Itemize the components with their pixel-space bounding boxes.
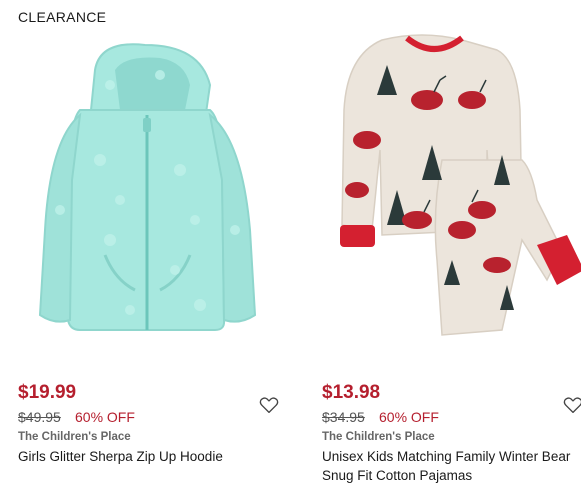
product-title[interactable]: Unisex Kids Matching Family Winter Bear …: [322, 447, 572, 485]
product-brand: The Children's Place: [322, 431, 435, 443]
product-title[interactable]: Girls Glitter Sherpa Zip Up Hoodie: [18, 447, 268, 466]
sale-price: $13.98: [322, 382, 381, 403]
heart-outline-icon[interactable]: [259, 396, 279, 414]
product-card[interactable]: $19.99 $49.95 60% OFF The Children's Pla…: [0, 0, 280, 491]
product-image-pajamas[interactable]: [322, 30, 581, 360]
sale-price: $19.99: [18, 382, 77, 403]
product-image-hoodie[interactable]: [10, 30, 280, 360]
heart-outline-icon[interactable]: [563, 396, 581, 414]
discount-label: 60% OFF: [75, 409, 135, 425]
product-card[interactable]: $13.98 $34.95 60% OFF The Children's Pla…: [304, 0, 581, 491]
original-price: $49.95: [18, 409, 61, 425]
original-price: $34.95: [322, 409, 365, 425]
discount-label: 60% OFF: [379, 409, 439, 425]
product-brand: The Children's Place: [18, 431, 131, 443]
